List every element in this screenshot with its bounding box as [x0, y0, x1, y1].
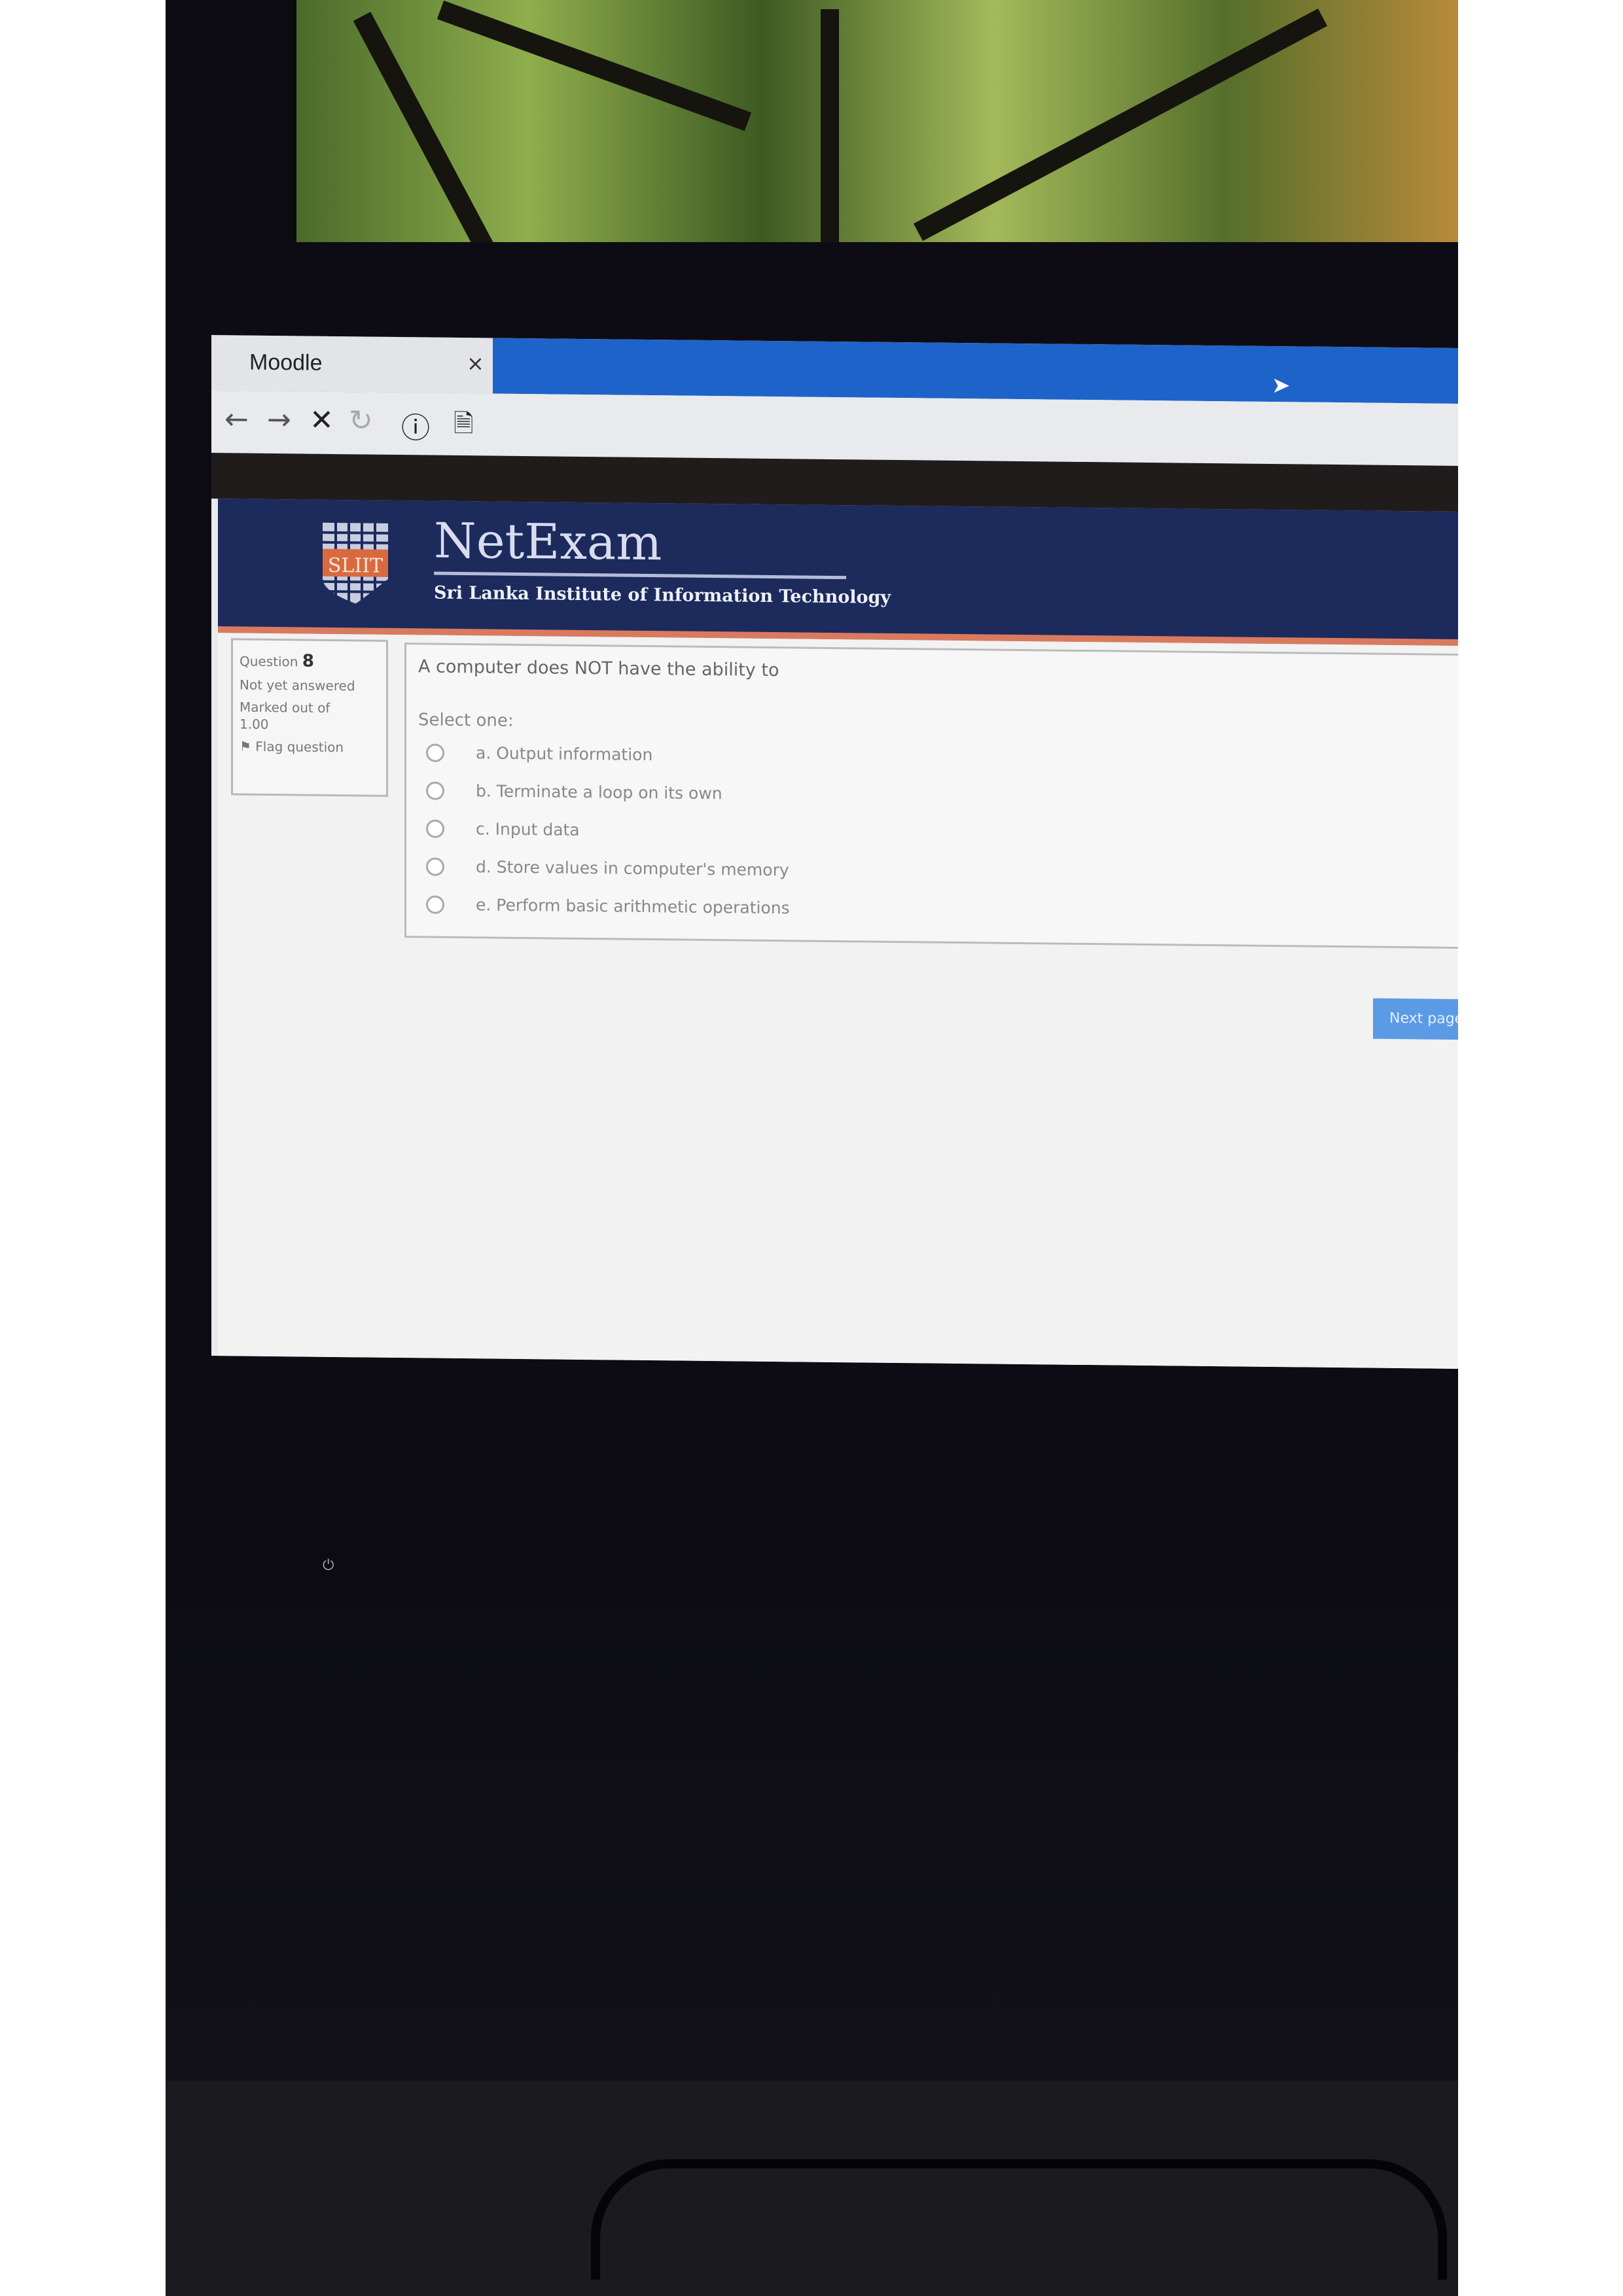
- flag-question-link[interactable]: ⚑ Flag question: [240, 738, 380, 755]
- answer-option[interactable]: a. Output information: [426, 743, 652, 764]
- flag-question-label: Flag question: [255, 738, 344, 756]
- sliit-logo: SLIIT: [323, 522, 388, 604]
- option-label: e. Perform basic arithmetic operations: [476, 895, 790, 918]
- laptop-touchpad: [591, 2159, 1447, 2280]
- question-status: Not yet answered: [240, 677, 355, 694]
- question-number: 8: [302, 651, 314, 671]
- radio-button[interactable]: [426, 857, 444, 876]
- flag-icon: ⚑: [240, 738, 256, 754]
- answer-option[interactable]: e. Perform basic arithmetic operations: [426, 894, 790, 917]
- marked-out-of-label: Marked out of: [240, 699, 330, 716]
- info-icon[interactable]: ⓘ: [401, 404, 430, 446]
- radio-button[interactable]: [426, 894, 444, 914]
- close-icon[interactable]: ×: [467, 351, 484, 376]
- brand-divider: [434, 571, 846, 580]
- back-arrow-icon[interactable]: ←: [224, 402, 249, 436]
- laptop-keyboard: [166, 1603, 1458, 2081]
- quiz-content: Question 8 Not yet answered Marked out o…: [218, 633, 1458, 1369]
- svg-text:SLIIT: SLIIT: [328, 554, 383, 578]
- answer-option[interactable]: c. Input data: [426, 819, 580, 839]
- radio-button[interactable]: [426, 781, 444, 800]
- photo-frame: Moodle × ➤ ← → ✕ ↻ ⓘ 🗎 SLIIT NetExam Sri…: [166, 0, 1458, 2296]
- browser-tab[interactable]: Moodle ×: [211, 335, 493, 394]
- site-header: SLIIT NetExam Sri Lanka Institute of Inf…: [218, 499, 1458, 646]
- next-page-button[interactable]: Next page: [1373, 998, 1458, 1040]
- browser-window: Moodle × ➤ ← → ✕ ↻ ⓘ 🗎 SLIIT NetExam Sri…: [211, 335, 1458, 1369]
- option-label: a. Output information: [476, 743, 653, 765]
- option-label: b. Terminate a loop on its own: [476, 781, 722, 804]
- mouse-cursor-icon: ➤: [1272, 372, 1291, 399]
- select-one-prompt: Select one:: [418, 710, 514, 731]
- question-label: Question: [240, 653, 298, 670]
- window-grille: [821, 9, 839, 245]
- question-box: A computer does NOT have the ability to …: [404, 643, 1458, 949]
- tab-title: Moodle: [249, 349, 323, 376]
- option-label: d. Store values in computer's memory: [476, 857, 789, 880]
- answer-option[interactable]: d. Store values in computer's memory: [426, 857, 789, 879]
- option-label: c. Input data: [476, 819, 580, 839]
- forward-arrow-icon[interactable]: →: [267, 403, 291, 436]
- stop-icon[interactable]: ✕: [310, 404, 334, 437]
- brand-title: NetExam: [434, 512, 662, 572]
- question-text: A computer does NOT have the ability to: [418, 656, 779, 681]
- brand-subtitle: Sri Lanka Institute of Information Techn…: [434, 582, 891, 608]
- question-info-panel: Question 8 Not yet answered Marked out o…: [231, 638, 388, 797]
- reload-icon[interactable]: ↻: [349, 404, 373, 437]
- radio-button[interactable]: [426, 743, 444, 762]
- question-marks: 1.00: [240, 716, 269, 732]
- answer-option[interactable]: b. Terminate a loop on its own: [426, 781, 722, 803]
- radio-button[interactable]: [426, 819, 444, 838]
- page-icon[interactable]: 🗎: [454, 405, 474, 448]
- power-indicator-icon: ⏻: [323, 1557, 334, 1574]
